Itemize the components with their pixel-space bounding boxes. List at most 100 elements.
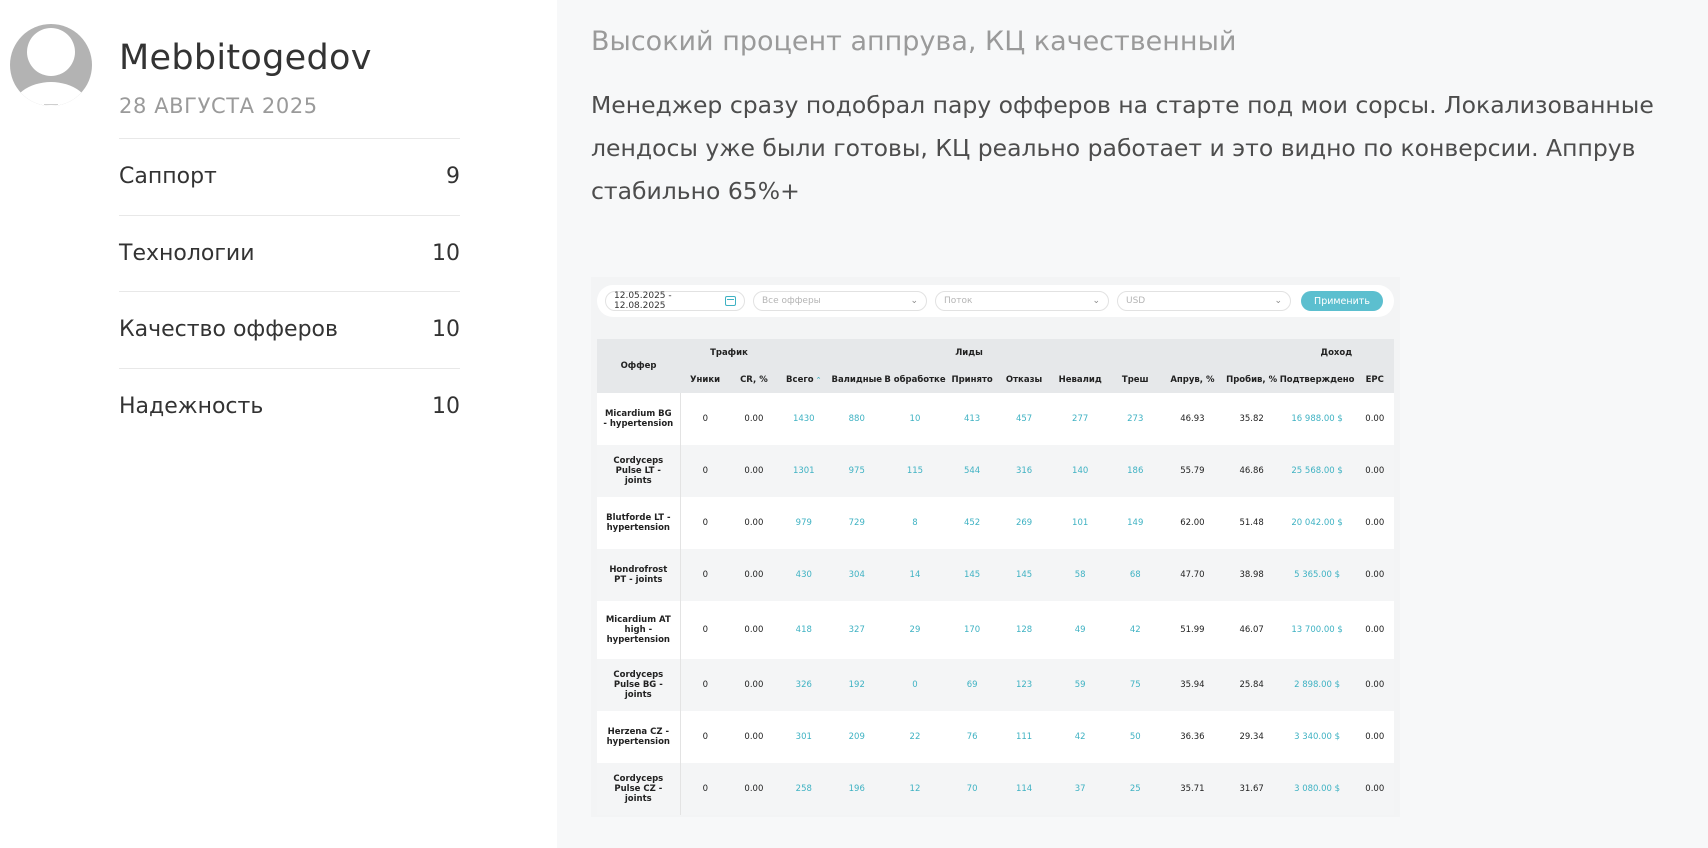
table-cell-link[interactable]: 8 — [883, 497, 947, 549]
table-cell-link[interactable]: 413 — [946, 393, 999, 445]
table-cell-link[interactable]: 114 — [998, 763, 1051, 815]
table-cell-link[interactable]: 115 — [883, 445, 947, 497]
offers-select[interactable]: Все офферы ⌄ — [753, 291, 927, 311]
table-cell-link[interactable]: 1301 — [777, 445, 830, 497]
column-header[interactable]: Уники — [680, 366, 730, 393]
table-cell-link[interactable]: 3 080.00 $ — [1278, 763, 1356, 815]
table-cell-link[interactable]: 50 — [1110, 711, 1161, 763]
column-header[interactable]: В обработке — [883, 366, 947, 393]
table-cell-link[interactable]: 145 — [946, 549, 999, 601]
table-cell-link[interactable]: 457 — [998, 393, 1051, 445]
column-header[interactable]: Подтверждено — [1278, 366, 1356, 393]
table-cell-link[interactable]: 1430 — [777, 393, 830, 445]
table-cell: 0.00 — [1355, 497, 1394, 549]
table-cell-link[interactable]: 25 568.00 $ — [1278, 445, 1356, 497]
table-cell-link[interactable]: 327 — [829, 601, 884, 659]
table-cell-link[interactable]: 192 — [829, 659, 884, 711]
table-cell-link[interactable]: 149 — [1110, 497, 1161, 549]
table-cell-link[interactable]: 58 — [1050, 549, 1111, 601]
table-cell-link[interactable]: 25 — [1110, 763, 1161, 815]
column-header[interactable]: Валидные — [829, 366, 884, 393]
apply-button[interactable]: Применить — [1301, 291, 1383, 311]
column-header-offer[interactable]: Оффер — [597, 339, 681, 393]
table-cell-link[interactable]: 101 — [1050, 497, 1111, 549]
avatar-underline — [44, 104, 58, 105]
table-cell-link[interactable]: 70 — [946, 763, 999, 815]
table-cell-link[interactable]: 273 — [1110, 393, 1161, 445]
table-cell-link[interactable]: 209 — [829, 711, 884, 763]
table-cell-link[interactable]: 68 — [1110, 549, 1161, 601]
table-cell-link[interactable]: 128 — [998, 601, 1051, 659]
table-cell-link[interactable]: 304 — [829, 549, 884, 601]
table-cell-link[interactable]: 145 — [998, 549, 1051, 601]
table-cell-link[interactable]: 258 — [777, 763, 830, 815]
rating-value: 10 — [432, 240, 460, 266]
offer-name-cell: Cordyceps Pulse BG - joints — [597, 659, 681, 711]
attached-screenshot[interactable]: 12.05.2025 - 12.08.2025 Все офферы ⌄ Пот… — [591, 277, 1400, 817]
table-cell: 0 — [680, 549, 730, 601]
table-cell-link[interactable]: 2 898.00 $ — [1278, 659, 1356, 711]
table-cell-link[interactable]: 16 988.00 $ — [1278, 393, 1356, 445]
table-cell-link[interactable]: 10 — [883, 393, 947, 445]
column-header[interactable]: Отказы — [998, 366, 1051, 393]
table-cell-link[interactable]: 140 — [1050, 445, 1111, 497]
column-header[interactable]: Апрув, % — [1160, 366, 1225, 393]
table-cell-link[interactable]: 5 365.00 $ — [1278, 549, 1356, 601]
table-cell: 0.00 — [1355, 445, 1394, 497]
table-cell-link[interactable]: 430 — [777, 549, 830, 601]
currency-select[interactable]: USD ⌄ — [1117, 291, 1291, 311]
table-cell: 0.00 — [730, 711, 778, 763]
table-cell-link[interactable]: 59 — [1050, 659, 1111, 711]
table-cell-link[interactable]: 186 — [1110, 445, 1161, 497]
table-row: Cordyceps Pulse BG - joints 0 0.00 326 192 0 6… — [597, 659, 1394, 711]
table-cell-link[interactable]: 301 — [777, 711, 830, 763]
table-cell-link[interactable]: 123 — [998, 659, 1051, 711]
date-range-picker[interactable]: 12.05.2025 - 12.08.2025 — [605, 291, 745, 311]
table-cell-link[interactable]: 729 — [829, 497, 884, 549]
column-header[interactable]: Треш — [1110, 366, 1161, 393]
column-header[interactable]: CR, % — [730, 366, 778, 393]
table-cell-link[interactable]: 544 — [946, 445, 999, 497]
table-cell: 0.00 — [1355, 393, 1394, 445]
table-cell-link[interactable]: 269 — [998, 497, 1051, 549]
table-cell: 35.82 — [1224, 393, 1279, 445]
table-cell-link[interactable]: 418 — [777, 601, 830, 659]
table-cell-link[interactable]: 42 — [1110, 601, 1161, 659]
table-cell-link[interactable]: 170 — [946, 601, 999, 659]
table-cell-link[interactable]: 277 — [1050, 393, 1111, 445]
table-cell-link[interactable]: 76 — [946, 711, 999, 763]
table-cell-link[interactable]: 69 — [946, 659, 999, 711]
table-cell-link[interactable]: 979 — [777, 497, 830, 549]
table-cell-link[interactable]: 196 — [829, 763, 884, 815]
table-cell-link[interactable]: 975 — [829, 445, 884, 497]
column-header[interactable]: Всего ⌃ — [777, 366, 830, 393]
table-cell-link[interactable]: 14 — [883, 549, 947, 601]
table-cell: 0.00 — [1355, 549, 1394, 601]
table-cell-link[interactable]: 12 — [883, 763, 947, 815]
table-cell-link[interactable]: 49 — [1050, 601, 1111, 659]
column-header[interactable]: EPC — [1355, 366, 1394, 393]
table-cell-link[interactable]: 3 340.00 $ — [1278, 711, 1356, 763]
table-cell-link[interactable]: 29 — [883, 601, 947, 659]
table-cell-link[interactable]: 22 — [883, 711, 947, 763]
table-cell-link[interactable]: 326 — [777, 659, 830, 711]
table-cell-link[interactable]: 316 — [998, 445, 1051, 497]
table-cell-link[interactable]: 13 700.00 $ — [1278, 601, 1356, 659]
table-cell-link[interactable]: 37 — [1050, 763, 1111, 815]
table-cell-link[interactable]: 452 — [946, 497, 999, 549]
column-header-label: Невалид — [1058, 374, 1102, 385]
column-header[interactable]: Пробив, % — [1224, 366, 1279, 393]
column-header[interactable]: Принято — [946, 366, 999, 393]
column-header[interactable]: Невалид — [1050, 366, 1111, 393]
flow-select[interactable]: Поток ⌄ — [935, 291, 1109, 311]
table-cell: 46.07 — [1224, 601, 1279, 659]
review-panel: Высокий процент аппрува, КЦ качественный… — [557, 0, 1708, 848]
table-cell-link[interactable]: 20 042.00 $ — [1278, 497, 1356, 549]
table-cell: 0 — [680, 393, 730, 445]
table-cell-link[interactable]: 42 — [1050, 711, 1111, 763]
table-cell-link[interactable]: 0 — [883, 659, 947, 711]
table-cell-link[interactable]: 75 — [1110, 659, 1161, 711]
sort-icon[interactable]: ⌃ — [816, 376, 822, 384]
table-cell-link[interactable]: 880 — [829, 393, 884, 445]
table-cell-link[interactable]: 111 — [998, 711, 1051, 763]
